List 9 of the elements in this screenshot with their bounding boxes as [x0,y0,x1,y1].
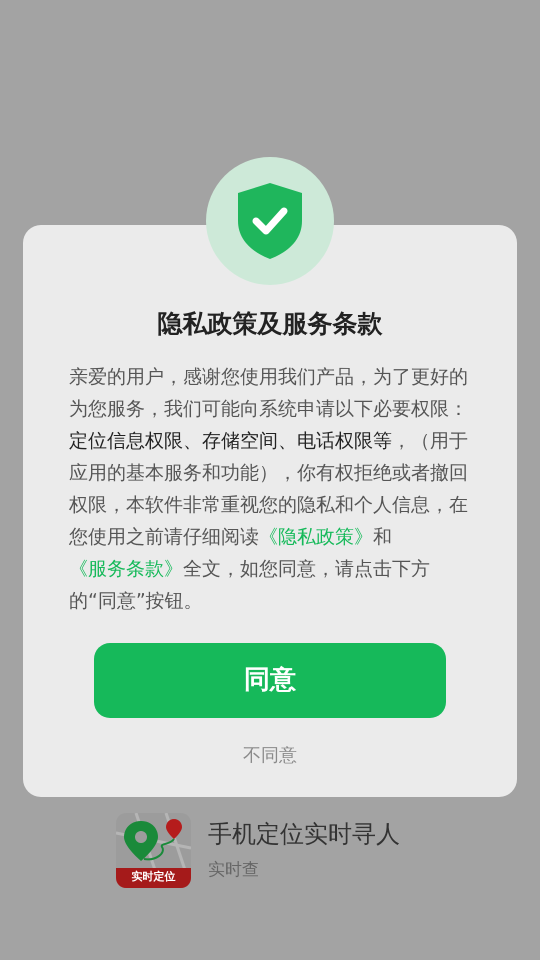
app-title: 手机定位实时寻人 [208,819,400,850]
dialog-title: 隐私政策及服务条款 [158,308,382,340]
app-subtitle: 实时查 [208,859,260,882]
privacy-message: 亲爱的用户，感谢您使用我们产品，为了更好的为您服务，我们可能向系统申请以下必要权限： 定位信息权限、存储空间、电话权限等，（用于应用的基本服务和功能），你有权拒绝或者撤回权限，本软件非常重视您的隐私和个人信息，在您使用之前请仔细阅读《隐私政策》和 《服务条款》全文，如您同意，请点击下方的“同意”按钮。 [69,364,469,614]
icon-label: 实时定位 [116,868,191,888]
policy-link[interactable]: 《服务条款》 [69,558,183,580]
agree-button[interactable]: 同意 [94,642,446,718]
decline-link[interactable]: 不同意 [243,742,297,768]
policy-link[interactable]: 《隐私政策》 [259,526,373,548]
